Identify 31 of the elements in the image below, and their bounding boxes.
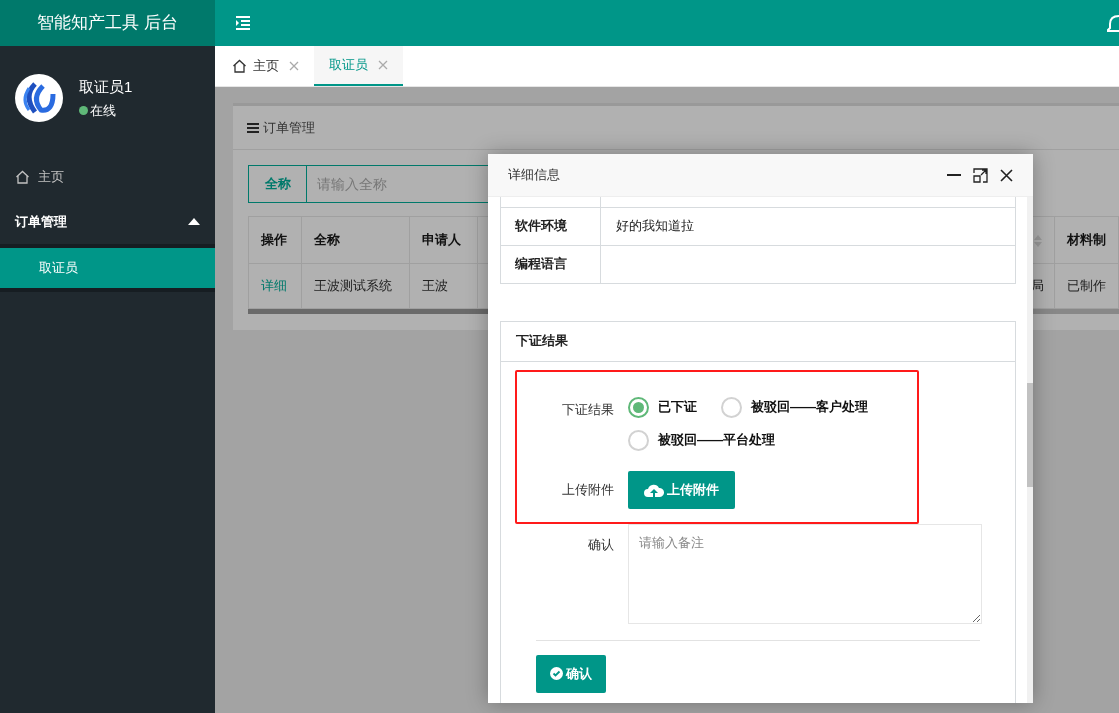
user-name: 取证员1 xyxy=(79,77,133,97)
tab[interactable]: 主页 xyxy=(217,46,314,86)
search-label: 全称 xyxy=(249,166,307,202)
field-label: 确认 xyxy=(587,535,615,554)
app-title: 智能知产工具 后台 xyxy=(37,12,178,35)
panel-title: 下证结果 xyxy=(516,332,568,351)
field-label: 上传附件 xyxy=(561,480,615,499)
column-header: 全称 xyxy=(301,216,410,264)
table-cell: 王波测试系统 xyxy=(301,263,410,309)
column-header: 操作 xyxy=(248,216,302,264)
nav-item[interactable]: 取证员 xyxy=(0,248,215,288)
dialog-title: 详细信息 xyxy=(508,166,560,185)
remark-field[interactable]: 请输入备注 xyxy=(628,523,982,624)
field-label: 下证结果 xyxy=(561,400,615,419)
panel-title: 订单管理 xyxy=(263,118,315,137)
table-cell: 已制作 xyxy=(1054,263,1119,309)
nav-group[interactable]: 订单管理 xyxy=(0,199,215,244)
upload-button[interactable]: 上传附件 xyxy=(628,470,735,509)
detail-label: 软件环境 xyxy=(500,207,601,245)
nav-item[interactable]: 主页 xyxy=(0,154,215,199)
radio-option[interactable]: 已下证 xyxy=(628,396,697,418)
table-cell: 王波 xyxy=(409,263,478,309)
radio-option[interactable]: 被驳回——客户处理 xyxy=(721,396,868,418)
confirm-button[interactable]: 确认 xyxy=(536,654,606,693)
tab[interactable]: 取证员 xyxy=(314,46,403,86)
radio-option[interactable]: 被驳回——平台处理 xyxy=(628,429,775,451)
detail-label: 编程语言 xyxy=(500,245,601,283)
detail-value: 好的我知道拉 xyxy=(616,218,694,234)
user-status: 在线 xyxy=(90,101,116,120)
column-header: 材料制 xyxy=(1054,216,1119,264)
column-header: 申请人 xyxy=(409,216,478,264)
